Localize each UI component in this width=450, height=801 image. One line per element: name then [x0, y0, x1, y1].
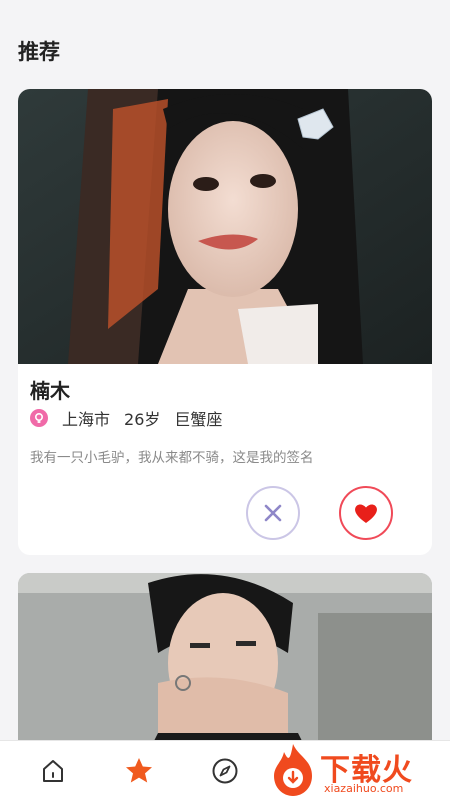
like-button[interactable]: [339, 486, 393, 540]
profile-card[interactable]: [18, 573, 432, 753]
home-icon: [43, 760, 63, 782]
profile-signature: 我有一只小毛驴，我从来都不骑，这是我的签名: [30, 450, 314, 466]
profile-photo-image: [18, 89, 432, 364]
profile-card[interactable]: 楠木 上海市 26岁 巨蟹座 我有一只小毛驴，我从来都不骑，这是我的签名: [18, 89, 432, 555]
tab-recommend[interactable]: [124, 756, 154, 786]
close-icon: [264, 504, 282, 522]
flame-logo-icon: [274, 744, 312, 796]
compass-icon: [212, 758, 238, 784]
watermark-url: xiazaihuo.com: [324, 782, 404, 795]
tab-explore[interactable]: [210, 756, 240, 786]
profile-meta: 上海市 26岁 巨蟹座: [30, 407, 236, 429]
star-icon: [126, 758, 152, 783]
profile-city: 上海市: [62, 410, 111, 429]
gender-badge-icon: [30, 409, 48, 427]
skip-button[interactable]: [246, 486, 300, 540]
profile-name: 楠木: [30, 379, 70, 403]
profile-info: 楠木 上海市 26岁 巨蟹座 我有一只小毛驴，我从来都不骑，这是我的签名: [18, 364, 432, 555]
page-title: 推荐: [18, 40, 60, 64]
tab-home[interactable]: [38, 756, 68, 786]
heart-icon: [355, 504, 377, 523]
profile-photo[interactable]: [18, 89, 432, 364]
watermark-logo: 下载火 xiazaihuo.com: [268, 740, 448, 800]
profile-zodiac: 巨蟹座: [174, 410, 223, 429]
profile-photo-image: [18, 573, 432, 753]
profile-photo[interactable]: [18, 573, 432, 753]
profile-age: 26岁: [124, 410, 161, 429]
